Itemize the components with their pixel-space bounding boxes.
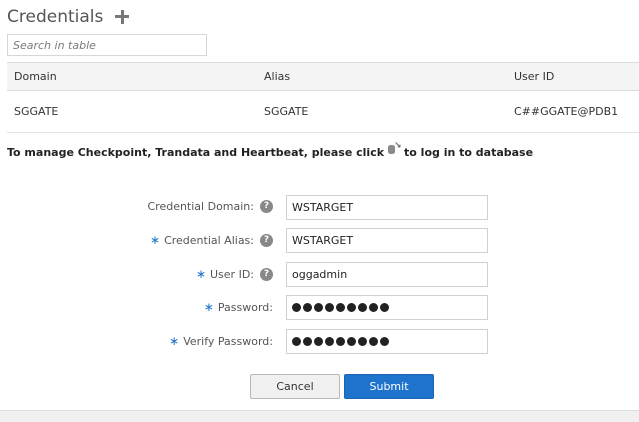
manage-text-before: To manage Checkpoint, Trandata and Heart… — [7, 145, 385, 159]
verify-password-field[interactable] — [286, 329, 488, 354]
user-id-row: ∗ User ID: ? oggadmin — [0, 262, 639, 288]
password-dot — [380, 303, 389, 312]
password-dot — [336, 337, 345, 346]
password-dot — [325, 303, 334, 312]
password-dot — [358, 303, 367, 312]
password-field[interactable] — [286, 295, 488, 320]
credential-domain-row: Credential Domain: ? WSTARGET — [0, 195, 639, 221]
column-header-domain[interactable]: Domain — [14, 70, 57, 83]
database-login-icon[interactable]: ↘ — [387, 142, 402, 156]
password-dot — [314, 303, 323, 312]
user-id-label: ∗ User ID: ? — [196, 267, 273, 281]
password-dot — [303, 303, 312, 312]
manage-text-after: to log in to database — [404, 145, 534, 159]
password-mask — [292, 337, 389, 346]
password-dot — [314, 337, 323, 346]
search-input[interactable] — [7, 34, 207, 56]
submit-button[interactable]: Submit — [344, 374, 434, 399]
password-dot — [369, 337, 378, 346]
required-icon: ∗ — [169, 334, 180, 348]
verify-password-row: ∗ Verify Password: — [0, 329, 639, 355]
column-header-user-id[interactable]: User ID — [514, 70, 554, 83]
credential-domain-label: Credential Domain: ? — [147, 200, 273, 213]
table-row[interactable]: SGGATE SGGATE C##GGATE@PDB1 — [7, 91, 639, 133]
password-dot — [347, 303, 356, 312]
help-icon[interactable]: ? — [260, 267, 273, 281]
footer-bar — [0, 410, 639, 422]
password-row: ∗ Password: — [0, 295, 639, 321]
verify-password-label: ∗ Verify Password: — [169, 334, 273, 348]
required-icon: ∗ — [203, 300, 214, 314]
credentials-table: Domain Alias User ID SGGATE SGGATE C##GG… — [7, 62, 639, 133]
password-dot — [303, 337, 312, 346]
password-label: ∗ Password: — [203, 300, 273, 314]
password-dot — [292, 303, 301, 312]
table-header: Domain Alias User ID — [7, 62, 639, 91]
required-icon: ∗ — [195, 267, 206, 281]
plus-icon[interactable] — [115, 10, 130, 24]
credential-domain-field[interactable]: WSTARGET — [286, 195, 488, 220]
password-mask — [292, 303, 389, 312]
cell-user-id: C##GGATE@PDB1 — [514, 105, 619, 118]
manage-database-message: To manage Checkpoint, Trandata and Heart… — [7, 142, 534, 159]
password-dot — [336, 303, 345, 312]
cell-domain: SGGATE — [14, 105, 59, 118]
required-icon: ∗ — [150, 233, 161, 247]
credential-alias-field[interactable]: WSTARGET — [286, 228, 488, 253]
help-icon[interactable]: ? — [260, 233, 273, 247]
page-title: Credentials — [7, 7, 104, 27]
user-id-field[interactable]: oggadmin — [286, 262, 488, 287]
credential-alias-row: ∗ Credential Alias: ? WSTARGET — [0, 228, 639, 254]
password-dot — [358, 337, 367, 346]
password-dot — [325, 337, 334, 346]
password-dot — [292, 337, 301, 346]
password-dot — [369, 303, 378, 312]
cell-alias: SGGATE — [264, 105, 309, 118]
password-dot — [380, 337, 389, 346]
column-header-alias[interactable]: Alias — [264, 70, 290, 83]
cancel-button[interactable]: Cancel — [250, 374, 340, 399]
password-dot — [347, 337, 356, 346]
credentials-header: Credentials — [7, 6, 130, 28]
credential-alias-label: ∗ Credential Alias: ? — [150, 233, 273, 247]
help-icon[interactable]: ? — [260, 200, 273, 213]
